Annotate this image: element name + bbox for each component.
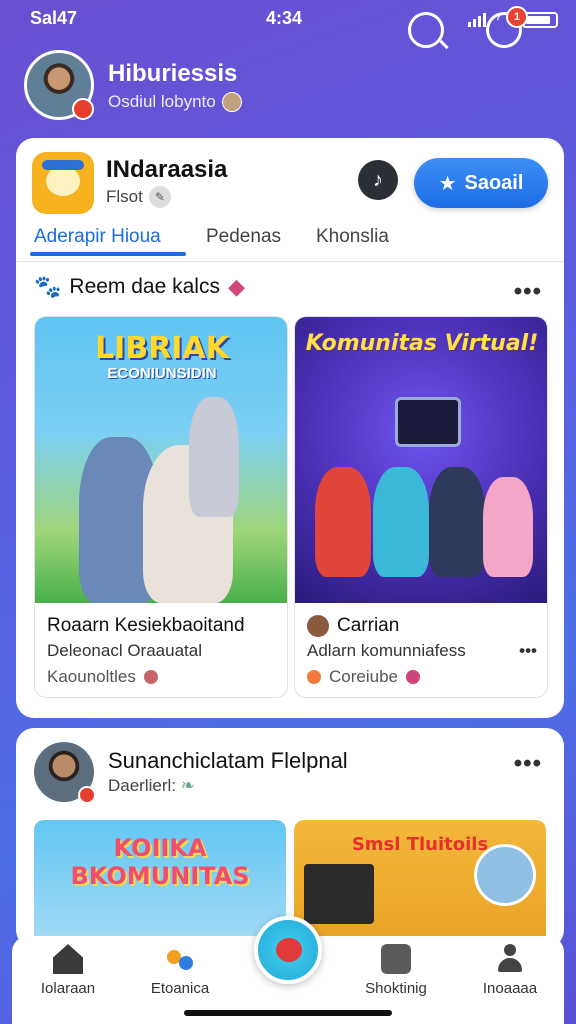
avatar-badge <box>78 786 96 804</box>
edit-icon[interactable]: ✎ <box>148 186 171 208</box>
save-button[interactable]: ★ Saoail <box>414 158 548 208</box>
user-icon <box>495 944 525 974</box>
thumbnail-title: KOIIKA BKOMUNITAS <box>70 834 250 890</box>
person-figure <box>483 477 533 577</box>
post-title: Carrian <box>337 615 400 636</box>
clock: 4:34 <box>266 8 303 28</box>
tab-pedenas[interactable]: Pedenas <box>206 226 281 248</box>
leaf-icon: ❧ <box>180 776 196 795</box>
monitor-shape <box>304 864 374 924</box>
post-thumbnail[interactable]: KOIIKA BKOMUNITAS <box>34 820 286 948</box>
profile-subtitle-text: Osdiul lobynto <box>108 92 216 111</box>
save-button-label: Saoail <box>464 171 524 194</box>
post-author: Carrian <box>307 615 537 637</box>
post-description: Adlarn komunniafess ••• <box>307 641 537 661</box>
post-description-text: Adlarn komunniafess <box>307 641 466 660</box>
music-icon[interactable]: ♪ <box>358 160 398 200</box>
tab-aderapir[interactable]: Aderapir Hioua <box>34 226 161 248</box>
star-icon: ★ <box>438 171 457 195</box>
post-subtitle: Daerlierl: ❧ <box>108 776 195 796</box>
page-title: INdaraasia <box>106 156 228 183</box>
avatar[interactable] <box>34 742 96 804</box>
like-icon[interactable] <box>143 670 158 684</box>
post-more-icon[interactable]: ••• <box>514 750 542 778</box>
profile-name: Hiburiessis <box>108 60 238 87</box>
post-text: Roaarn Kesiekbaoitand Deleonacl Oraauata… <box>47 615 277 687</box>
signal-icon <box>468 12 487 27</box>
avatar-badge <box>72 98 94 120</box>
post-image-title: LIBRIAK <box>95 331 229 366</box>
page-logo-icon <box>32 152 94 214</box>
section-more-icon[interactable]: ••• <box>514 278 542 306</box>
sticker-icon: ◆ <box>227 274 245 299</box>
post-title: Sunanchiclatam Flelpnal <box>108 748 348 773</box>
profile-subtitle: Osdiul lobynto <box>108 92 242 112</box>
create-button[interactable] <box>254 916 322 984</box>
nav-item-label: Inoaaaa <box>482 980 538 997</box>
person-figure <box>429 467 485 577</box>
page-subtitle-text: Flsot <box>106 187 143 206</box>
profile-header: Hiburiessis Osdiul lobynto <box>24 50 554 124</box>
search-icon[interactable] <box>408 12 444 48</box>
author-avatar <box>307 615 329 637</box>
post-image-subtitle: ECONIUNSIDIN <box>107 365 217 382</box>
nav-item-label: Iolaraan <box>40 980 96 997</box>
section-header: 🐾 Reem dae kalcs ◆ <box>34 274 245 300</box>
magnifier-shape <box>474 844 536 906</box>
mini-avatar <box>221 92 242 112</box>
post-card[interactable]: Komunitas Virtual! Carrian Adlarn komunn… <box>294 316 548 698</box>
home-indicator <box>184 1010 392 1016</box>
post-thumbnail[interactable]: Smsl Tluitoils <box>294 820 546 948</box>
carrier-label: Sal47 <box>30 8 78 28</box>
post-description: Deleonacl Oraauatal <box>47 641 202 660</box>
post-meta: Coreiube <box>307 667 537 687</box>
section-title: Reem dae kalcs <box>69 275 220 298</box>
post-more-icon[interactable]: ••• <box>519 641 537 661</box>
post-meta: Kaounoltles <box>47 667 277 687</box>
nav-item-home[interactable]: Iolaraan <box>18 944 118 997</box>
tab-khonslia[interactable]: Khonslia <box>316 226 389 248</box>
nav-item-label: Shoktinig <box>365 980 427 997</box>
person-figure <box>315 467 371 577</box>
person-figure <box>373 467 429 577</box>
page-card: INdaraasia Flsot ✎ ♪ ★ Saoail Aderapir H… <box>16 138 564 718</box>
post-image: LIBRIAK ECONIUNSIDIN <box>35 317 287 603</box>
screen-shape <box>395 397 461 447</box>
post-meta-text: Kaounoltles <box>47 667 136 686</box>
nav-item-profile[interactable]: Inoaaaa <box>460 944 560 997</box>
person-figure <box>189 397 239 517</box>
nav-item-shop[interactable]: Shoktinig <box>346 944 446 997</box>
box-icon <box>381 944 411 974</box>
post-image-title: Komunitas Virtual! <box>305 331 539 356</box>
avatar[interactable] <box>24 50 94 120</box>
post-meta-text: Coreiube <box>329 667 398 686</box>
active-tab-indicator <box>30 252 186 256</box>
notification-badge: 1 <box>506 6 528 28</box>
post-card[interactable]: LIBRIAK ECONIUNSIDIN Roaarn Kesiekbaoita… <box>34 316 288 698</box>
post-title: Roaarn Kesiekbaoitand <box>47 615 245 636</box>
post-card[interactable]: Sunanchiclatam Flelpnal Daerlierl: ❧ •••… <box>16 728 564 948</box>
animal-icon: 🐾 <box>34 274 62 299</box>
post-subtitle-text: Daerlierl: <box>108 776 177 795</box>
home-icon <box>53 944 83 974</box>
post-image: Komunitas Virtual! <box>295 317 547 603</box>
post-text: Carrian Adlarn komunniafess ••• Coreiube <box>307 615 537 687</box>
page-subtitle: Flsot ✎ <box>106 186 171 208</box>
game-icon <box>165 944 195 974</box>
like-icon[interactable] <box>307 670 321 684</box>
nav-item-label: Etoanica <box>150 980 210 997</box>
sticker-icon <box>406 670 420 684</box>
nav-item-games[interactable]: Etoanica <box>130 944 230 997</box>
